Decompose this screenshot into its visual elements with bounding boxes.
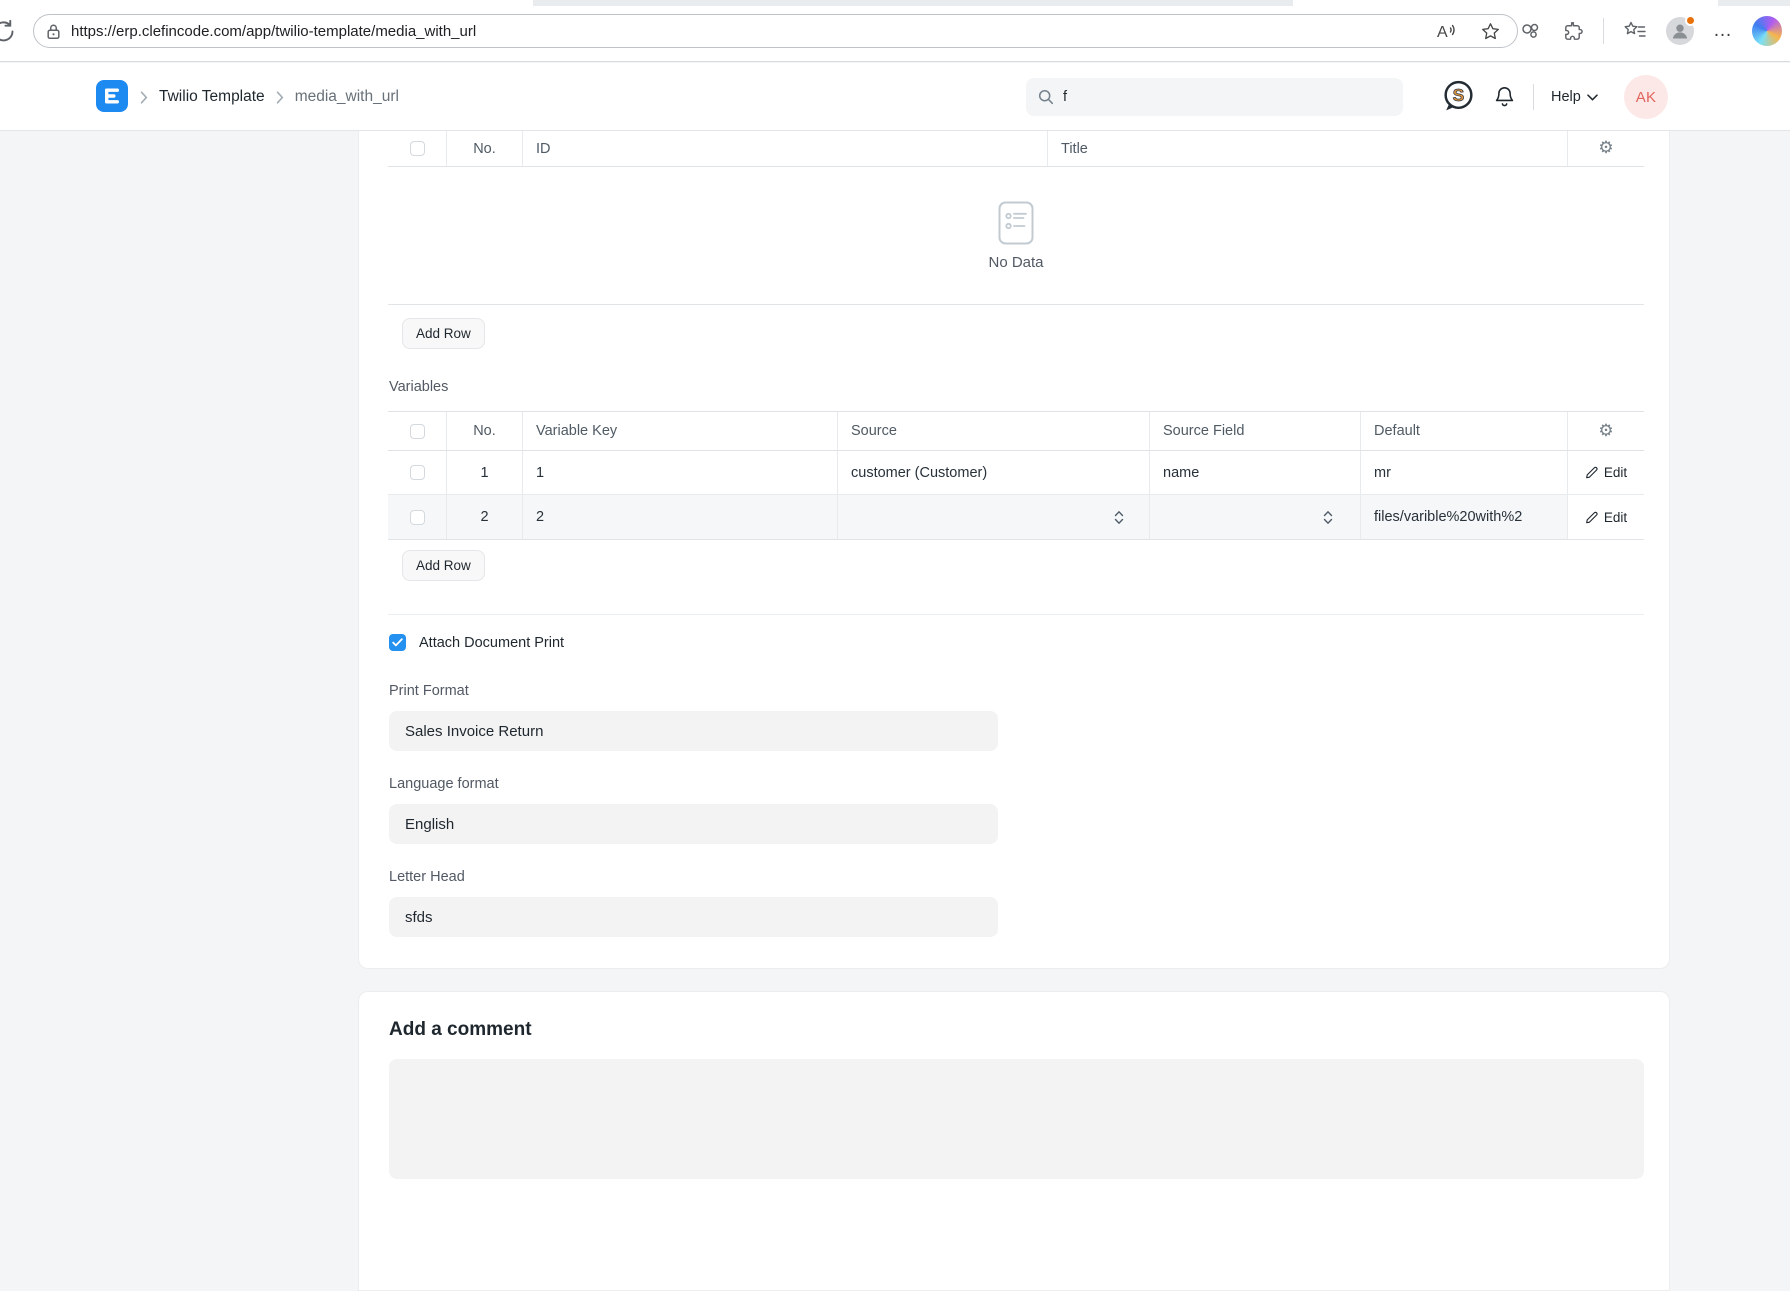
tab-strip <box>533 0 1293 6</box>
grid-settings-gear-icon[interactable]: ⚙ <box>1598 423 1613 440</box>
global-search[interactable] <box>1026 78 1403 116</box>
column-source-field: Source Field <box>1150 412 1361 450</box>
edit-row-button[interactable]: Edit <box>1585 510 1627 525</box>
table-row[interactable]: 2 2 files/varible%20with%2 <box>388 495 1644 540</box>
cell-source-field[interactable]: name <box>1150 451 1361 494</box>
chevron-right-icon <box>276 91 284 104</box>
attach-document-print-label: Attach Document Print <box>419 635 564 651</box>
row-checkbox[interactable] <box>410 465 425 480</box>
chevron-down-icon <box>1587 94 1598 101</box>
chat-support-icon[interactable]: S <box>1440 77 1477 115</box>
add-row-button[interactable]: Add Row <box>402 318 485 349</box>
breadcrumb-docname[interactable]: media_with_url <box>295 88 399 106</box>
svg-text:S: S <box>1453 85 1465 105</box>
cell-source-select[interactable] <box>838 495 1150 539</box>
app-navbar: Twilio Template media_with_url S Help AK <box>0 63 1790 131</box>
profile-notification-dot <box>1685 15 1696 26</box>
attach-document-print-field[interactable]: Attach Document Print <box>389 634 564 651</box>
svg-text:A: A <box>1437 24 1448 41</box>
variables-label: Variables <box>389 379 448 395</box>
collections-icon[interactable] <box>1518 19 1542 43</box>
column-no: No. <box>447 131 523 166</box>
help-menu[interactable]: Help <box>1551 63 1598 131</box>
url-text[interactable]: https://erp.clefincode.com/app/twilio-te… <box>71 23 1436 40</box>
breadcrumb-doctype[interactable]: Twilio Template <box>159 88 265 106</box>
cell-no: 2 <box>447 495 523 539</box>
edit-label: Edit <box>1604 510 1627 525</box>
column-source: Source <box>838 412 1150 450</box>
breadcrumb: Twilio Template media_with_url <box>140 63 399 131</box>
no-data-icon <box>998 201 1034 245</box>
notifications-bell-icon[interactable] <box>1492 84 1517 110</box>
select-caret-icon[interactable] <box>1323 509 1333 526</box>
cell-no: 1 <box>447 451 523 494</box>
chevron-right-icon <box>140 91 148 104</box>
column-id: ID <box>523 131 1048 166</box>
section-divider <box>388 614 1644 615</box>
lock-icon[interactable] <box>46 23 61 40</box>
app-logo[interactable] <box>96 80 128 112</box>
browser-toolbar: https://erp.clefincode.com/app/twilio-te… <box>0 0 1790 62</box>
cell-variable-key[interactable]: 2 <box>523 495 838 539</box>
column-variable-key: Variable Key <box>523 412 838 450</box>
edit-label: Edit <box>1604 465 1627 480</box>
variables-grid: No. Variable Key Source Source Field Def… <box>388 411 1644 540</box>
grid-header-row: No. ID Title ⚙ <box>388 131 1644 167</box>
column-no: No. <box>447 412 523 450</box>
extensions-puzzle-icon[interactable] <box>1561 20 1584 43</box>
comment-input[interactable] <box>389 1059 1644 1179</box>
select-all-checkbox[interactable] <box>410 424 425 439</box>
cell-source-field-select[interactable] <box>1150 495 1361 539</box>
select-all-checkbox[interactable] <box>410 141 425 156</box>
pencil-icon <box>1585 511 1598 524</box>
add-comment-heading: Add a comment <box>389 1019 532 1041</box>
cell-default[interactable]: mr <box>1361 451 1568 494</box>
add-row-button[interactable]: Add Row <box>402 550 485 581</box>
grid-empty-state: No Data <box>388 167 1644 305</box>
comments-card: Add a comment <box>358 991 1670 1291</box>
table-row[interactable]: 1 1 customer (Customer) name mr Edit <box>388 451 1644 495</box>
letter-head-label: Letter Head <box>389 869 465 885</box>
user-avatar[interactable]: AK <box>1624 75 1668 119</box>
address-bar[interactable]: https://erp.clefincode.com/app/twilio-te… <box>33 14 1518 48</box>
copilot-icon[interactable] <box>1752 16 1782 46</box>
edit-row-button[interactable]: Edit <box>1585 465 1627 480</box>
search-icon <box>1038 89 1054 105</box>
print-format-input[interactable]: Sales Invoice Return <box>389 711 998 751</box>
language-format-label: Language format <box>389 776 499 792</box>
refresh-icon[interactable] <box>0 18 17 45</box>
grid-settings-gear-icon[interactable]: ⚙ <box>1598 140 1613 157</box>
search-input[interactable] <box>1063 89 1391 105</box>
letter-head-input[interactable]: sfds <box>389 897 998 937</box>
help-label: Help <box>1551 89 1581 105</box>
read-aloud-icon[interactable]: A <box>1436 21 1460 41</box>
checked-checkbox[interactable] <box>389 634 406 651</box>
browser-menu-icon[interactable]: … <box>1713 20 1733 42</box>
cell-default[interactable]: files/varible%20with%2 <box>1361 495 1568 539</box>
form-card: No. ID Title ⚙ No Data Add Row Variables… <box>358 131 1670 969</box>
favorites-bar-icon[interactable] <box>1623 20 1647 42</box>
print-format-label: Print Format <box>389 683 469 699</box>
no-data-text: No Data <box>988 254 1043 271</box>
select-caret-icon[interactable] <box>1114 509 1124 526</box>
grid-header-row: No. Variable Key Source Source Field Def… <box>388 411 1644 451</box>
cell-source[interactable]: customer (Customer) <box>838 451 1150 494</box>
browser-profile-avatar[interactable] <box>1666 17 1694 45</box>
language-format-input[interactable]: English <box>389 804 998 844</box>
cell-variable-key[interactable]: 1 <box>523 451 838 494</box>
page-background: No. ID Title ⚙ No Data Add Row Variables… <box>0 131 1790 1074</box>
column-default: Default <box>1361 412 1568 450</box>
column-title: Title <box>1048 131 1568 166</box>
toolbar-divider <box>1603 18 1604 44</box>
favorite-star-icon[interactable] <box>1480 21 1501 42</box>
attachments-grid: No. ID Title ⚙ No Data <box>388 131 1644 305</box>
pencil-icon <box>1585 466 1598 479</box>
navbar-divider <box>1533 84 1534 110</box>
row-checkbox[interactable] <box>410 510 425 525</box>
